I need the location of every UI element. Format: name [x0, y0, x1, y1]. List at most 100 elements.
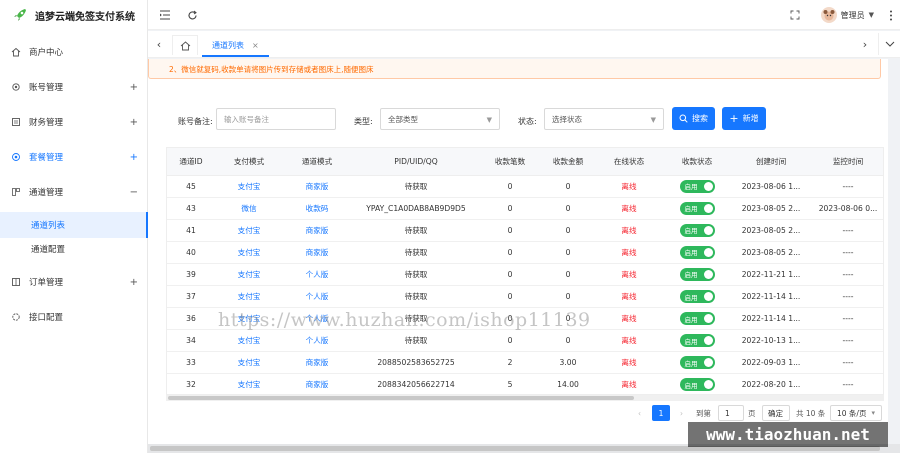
menu-fold-icon[interactable] — [158, 8, 172, 22]
sidebar-item-package-management[interactable]: 套餐管理 + — [0, 145, 148, 169]
order-icon — [11, 277, 21, 287]
status-toggle[interactable]: 启用 — [679, 179, 715, 193]
table-cell: 启用 — [661, 307, 733, 331]
status-toggle[interactable]: 启用 — [679, 245, 715, 259]
table-cell: 启用 — [661, 373, 733, 394]
table-cell: 2023-08-05 2... — [733, 219, 809, 242]
sidebar-item-account-management[interactable]: 账号管理 + — [0, 75, 148, 99]
notice-banner: 2、微信就复码,收款单请将图片传到存储或者图床上,随便图床 — [148, 59, 881, 79]
sidebar-item-api-config[interactable]: 接口配置 — [0, 305, 148, 329]
table-cell: ---- — [809, 241, 883, 264]
refresh-icon[interactable] — [185, 8, 199, 22]
tab-home[interactable] — [172, 35, 198, 55]
table-cell: 离线 — [597, 175, 661, 198]
table-cell: 32 — [167, 373, 215, 394]
app-title: 追梦云端免签支付系统 — [35, 11, 135, 23]
status-toggle[interactable]: 启用 — [679, 267, 715, 281]
expand-icon[interactable]: + — [130, 277, 138, 288]
total-count: 共 10 条 — [796, 408, 826, 418]
status-select[interactable]: 选择状态 ▼ — [544, 108, 664, 130]
collapse-icon[interactable]: − — [130, 187, 138, 198]
expand-icon[interactable]: + — [130, 152, 138, 163]
sidebar-item-label: 账号管理 — [29, 83, 64, 93]
input-placeholder: 输入账号备注 — [224, 114, 269, 124]
table-cell: 39 — [167, 263, 215, 286]
status-toggle[interactable]: 启用 — [679, 201, 715, 215]
scrollbar-thumb[interactable] — [168, 396, 634, 400]
status-toggle[interactable]: 启用 — [679, 223, 715, 237]
confirm-goto-button[interactable]: 确定 — [762, 405, 790, 421]
horizontal-scrollbar[interactable] — [166, 395, 884, 401]
sidebar: 追梦云端免签支付系统 商户中心 账号管理 + 财务管理 + 套餐管理 + 通道管… — [0, 0, 148, 453]
table-cell: 商家版 — [283, 175, 351, 198]
chevron-left-icon[interactable]: ‹ — [152, 37, 166, 51]
table-cell: 支付宝 — [215, 285, 283, 309]
status-toggle[interactable]: 启用 — [679, 356, 715, 370]
table-cell: 离线 — [597, 219, 661, 242]
column-header[interactable]: 监控时间 — [809, 148, 883, 176]
sidebar-item-channel-management[interactable]: 通道管理 − — [0, 180, 148, 204]
account-remark-input[interactable]: 输入账号备注 — [216, 108, 336, 130]
toggle-knob — [703, 247, 713, 257]
expand-icon[interactable]: + — [130, 82, 138, 93]
toggle-label: 启用 — [684, 315, 698, 324]
sidebar-item-label: 订单管理 — [29, 278, 64, 288]
table-cell: 0 — [481, 197, 539, 220]
page-size-select[interactable]: 10 条/页 ▾ — [830, 405, 882, 421]
column-header[interactable]: 收款状态 — [661, 148, 733, 176]
table-row: 43 微信 收款码 YPAY_C1A0DAB8AB9D9D5 0 0 离线 启用 2023-08… — [167, 197, 883, 220]
chevron-down-icon: ▼ — [486, 116, 492, 124]
sidebar-item-merchant-center[interactable]: 商户中心 — [0, 40, 148, 64]
column-header[interactable]: PID/UID/QQ — [351, 148, 481, 176]
table-cell: 0 — [539, 263, 597, 286]
more-vertical-icon[interactable] — [884, 8, 898, 22]
sidebar-subitem-channel-list[interactable]: 通道列表 — [0, 212, 148, 238]
table-cell: 0 — [539, 329, 597, 353]
status-toggle[interactable]: 启用 — [679, 334, 715, 348]
chevron-right-icon[interactable]: › — [858, 37, 872, 51]
column-header[interactable]: 在线状态 — [597, 148, 661, 176]
column-header[interactable]: 创建时间 — [733, 148, 809, 176]
tabs-dropdown-button[interactable] — [878, 33, 900, 55]
toggle-label: 启用 — [684, 205, 698, 214]
sidebar-item-finance-management[interactable]: 财务管理 + — [0, 110, 148, 134]
next-page-icon[interactable]: › — [680, 405, 683, 421]
page-number-button[interactable]: 1 — [652, 405, 670, 421]
table-cell: 2022-10-13 1... — [733, 329, 809, 353]
table-cell: 34 — [167, 329, 215, 353]
table-cell: 2022-11-21 1... — [733, 263, 809, 286]
table-cell: 2022-09-03 1... — [733, 351, 809, 375]
column-header[interactable]: 通道ID — [167, 148, 215, 176]
column-header[interactable]: 通道模式 — [283, 148, 351, 176]
status-label: 状态: — [518, 117, 537, 126]
prev-page-icon[interactable]: ‹ — [638, 405, 641, 421]
table-cell: 启用 — [661, 263, 733, 286]
toggle-label: 启用 — [684, 183, 698, 192]
add-button[interactable]: + 新增 — [722, 107, 766, 130]
tab-channel-list[interactable]: 通道列表 × — [202, 35, 269, 57]
sidebar-subitem-channel-config[interactable]: 通道配置 — [0, 236, 148, 262]
table-cell: 离线 — [597, 373, 661, 394]
column-header[interactable]: 收款金额 — [539, 148, 597, 176]
column-header[interactable]: 收款笔数 — [481, 148, 539, 176]
status-toggle[interactable]: 启用 — [679, 290, 715, 304]
close-icon[interactable]: × — [252, 41, 259, 50]
toggle-knob — [703, 292, 713, 302]
table-cell: 启用 — [661, 175, 733, 198]
table-cell: 启用 — [661, 329, 733, 353]
column-header[interactable]: 支付模式 — [215, 148, 283, 176]
sidebar-item-order-management[interactable]: 订单管理 + — [0, 270, 148, 294]
type-select[interactable]: 全部类型 ▼ — [380, 108, 500, 130]
table-cell: 离线 — [597, 197, 661, 220]
chevron-down-icon: ▾ — [871, 409, 875, 417]
status-toggle[interactable]: 启用 — [679, 378, 715, 392]
expand-icon[interactable]: + — [130, 117, 138, 128]
search-button[interactable]: 搜索 — [672, 107, 715, 130]
table-cell: 待获取 — [351, 241, 481, 264]
type-label: 类型: — [354, 117, 373, 126]
user-menu[interactable]: 管理员 ▼ — [820, 7, 874, 23]
fullscreen-icon[interactable] — [788, 8, 802, 22]
toggle-label: 启用 — [684, 359, 698, 368]
goto-page-input[interactable]: 1 — [718, 405, 744, 421]
status-toggle[interactable]: 启用 — [679, 312, 715, 326]
